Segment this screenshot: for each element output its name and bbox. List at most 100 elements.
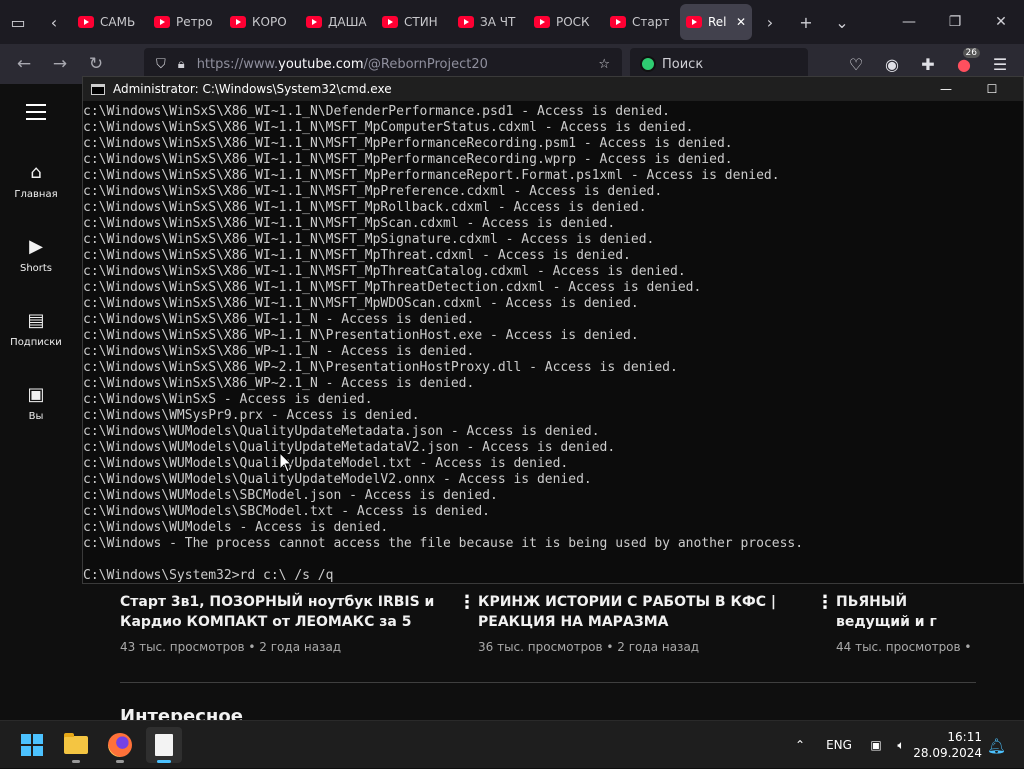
restore-icon[interactable]: ❐ xyxy=(932,0,978,44)
notification-bell-icon[interactable]: 🔔︎ xyxy=(987,737,1006,755)
minimize-icon[interactable]: — xyxy=(886,0,932,44)
search-placeholder: Поиск xyxy=(662,56,704,72)
cmd-window[interactable]: Administrator: C:\Windows\System32\cmd.e… xyxy=(82,76,1024,584)
yt-sidebar-item[interactable]: ⌂ Главная xyxy=(0,162,72,200)
youtube-icon xyxy=(306,16,322,28)
folder-icon xyxy=(64,733,88,754)
volume-muted-icon[interactable]: 🔈︎ xyxy=(890,721,912,769)
browser-tab[interactable]: КОРО xyxy=(224,4,300,40)
yt-sidebar-item[interactable]: ▤ Подписки xyxy=(0,310,72,348)
start-button[interactable] xyxy=(14,727,50,763)
bookmark-star-icon[interactable]: ☆ xyxy=(598,57,610,72)
browser-tab[interactable]: СТИН xyxy=(376,4,452,40)
yt-sidebar-item[interactable]: ▶ Shorts xyxy=(0,236,72,274)
tracking-shield-icon[interactable]: ⛉ xyxy=(156,57,166,72)
cmd-output-line: c:\Windows\WinSxS\X86_WI~1.1_N\MSFT_MpTh… xyxy=(83,248,631,263)
video-meta: 36 тыс. просмотров • 2 года назад xyxy=(478,640,700,654)
subscriptions-icon: ▤ xyxy=(27,310,45,331)
network-icon[interactable]: ▣ xyxy=(864,721,888,769)
cmd-output-line: c:\Windows\WinSxS\X86_WI~1.1_N\MSFT_MpRo… xyxy=(83,200,647,215)
browser-tab[interactable]: ЗА ЧТ xyxy=(452,4,528,40)
language-indicator[interactable]: ENG xyxy=(822,721,856,769)
taskbar-firefox[interactable] xyxy=(102,727,138,763)
cmd-output-line: c:\Windows\WinSxS - Access is denied. xyxy=(83,392,373,407)
cmd-output-line: c:\Windows\WinSxS\X86_WI~1.1_N\MSFT_MpWD… xyxy=(83,296,639,311)
cmd-title-bar[interactable]: Administrator: C:\Windows\System32\cmd.e… xyxy=(83,77,1023,101)
system-clock[interactable]: 16:11 28.09.2024 xyxy=(913,729,982,761)
taskbar-file-explorer[interactable] xyxy=(58,727,94,763)
browser-tab[interactable]: Rel ✕ xyxy=(680,4,752,40)
tab-overview-icon[interactable]: ▭ xyxy=(0,0,36,44)
yt-sidebar-item[interactable]: ▣ Вы xyxy=(0,384,72,422)
taskbar-cmd[interactable] xyxy=(146,727,182,763)
youtube-icon xyxy=(458,16,474,28)
video-title[interactable]: КРИНЖ ИСТОРИИ С РАБОТЫ В КФС | РЕАКЦИЯ Н… xyxy=(478,592,808,632)
video-card[interactable]: Старт 3в1, ПОЗОРНЫЙ ноутбук IRBIS и Кард… xyxy=(120,592,460,654)
tab-label: СТИН xyxy=(404,15,438,29)
tab-label: Ретро xyxy=(176,15,213,29)
video-card[interactable]: ПЬЯНЫЙ ведущий и г МОЛНИЯ от ЛЕОМАК 44 ты… xyxy=(836,592,976,654)
browser-tab[interactable]: РОСК xyxy=(528,4,604,40)
browser-tab-strip: ▭ ‹ САМЬ Ретро КОРО ДАША СТИН ЗА ЧТ РОСК Старт R… xyxy=(0,0,1024,44)
cmd-output-line: c:\Windows\WMSysPr9.prx - Access is deni… xyxy=(83,408,420,423)
cmd-output-line: c:\Windows\WinSxS\X86_WI~1.1_N\MSFT_MpPe… xyxy=(83,168,780,183)
yt-sidebar-label: Вы xyxy=(28,411,44,422)
cmd-output-line: c:\Windows\WUModels - Access is denied. xyxy=(83,520,389,535)
video-meta: 43 тыс. просмотров • 2 года назад xyxy=(120,640,342,654)
firefox-icon xyxy=(108,733,132,757)
yt-hamburger-icon[interactable] xyxy=(26,104,46,120)
cmd-maximize-icon[interactable]: ☐ xyxy=(969,77,1015,101)
cmd-output[interactable]: c:\Windows\WinSxS\X86_WI~1.1_N\DefenderP… xyxy=(83,104,1023,584)
browser-tab[interactable]: Ретро xyxy=(148,4,224,40)
cmd-output-line: c:\Windows\WinSxS\X86_WI~1.1_N\MSFT_MpPe… xyxy=(83,152,733,167)
youtube-icon xyxy=(78,16,94,28)
video-card[interactable]: КРИНЖ ИСТОРИИ С РАБОТЫ В КФС | РЕАКЦИЯ Н… xyxy=(478,592,818,654)
video-title[interactable]: Старт 3в1, ПОЗОРНЫЙ ноутбук IRBIS и Кард… xyxy=(120,592,450,632)
lock-icon[interactable]: 🔒︎ xyxy=(178,57,185,72)
tray-overflow-icon[interactable]: ⌃ xyxy=(786,721,814,769)
youtube-icon xyxy=(382,16,398,28)
video-menu-icon[interactable]: ⋮ xyxy=(816,592,834,613)
mouse-cursor-icon xyxy=(279,452,293,473)
video-title[interactable]: ПЬЯНЫЙ ведущий и г МОЛНИЯ от ЛЕОМАК xyxy=(836,592,976,632)
yt-sidebar-label: Главная xyxy=(14,189,58,200)
cmd-output-line: c:\Windows\WinSxS\X86_WI~1.1_N\MSFT_MpPe… xyxy=(83,136,733,151)
video-menu-icon[interactable]: ⋮ xyxy=(458,592,476,613)
document-icon xyxy=(155,734,173,756)
url-text: https://www.youtube.com/@RebornProject20 xyxy=(196,56,488,72)
yt-sidebar-label: Подписки xyxy=(10,337,62,348)
video-meta: 44 тыс. просмотров • 2 г xyxy=(836,640,976,654)
youtube-icon xyxy=(610,16,626,28)
shorts-icon: ▶ xyxy=(29,236,43,257)
back-icon[interactable]: ← xyxy=(6,44,42,84)
cmd-output-line: c:\Windows\WUModels\SBCModel.json - Acce… xyxy=(83,488,498,503)
cmd-output-line: c:\Windows\WinSxS\X86_WI~1.1_N\MSFT_MpCo… xyxy=(83,120,694,135)
browser-tab[interactable]: Старт xyxy=(604,4,680,40)
cmd-output-line: c:\Windows\WinSxS\X86_WP~2.1_N\Presentat… xyxy=(83,360,678,375)
addon-badge-count: 26 xyxy=(962,48,980,58)
close-window-icon[interactable]: ✕ xyxy=(978,0,1024,44)
scroll-tabs-right-icon[interactable]: › xyxy=(752,0,788,44)
home-icon: ⌂ xyxy=(30,162,42,183)
cmd-output-line: c:\Windows\WinSxS\X86_WI~1.1_N\MSFT_MpSi… xyxy=(83,232,655,247)
cmd-output-line: c:\Windows\WUModels\QualityUpdateMetadat… xyxy=(83,440,616,455)
cmd-output-line: c:\Windows\WUModels\QualityUpdateModel.t… xyxy=(83,456,569,471)
tab-label: Старт xyxy=(632,15,670,29)
cmd-output-line: c:\Windows\WinSxS\X86_WI~1.1_N\MSFT_MpTh… xyxy=(83,280,702,295)
cmd-output-line: c:\Windows\WinSxS\X86_WP~2.1_N - Access … xyxy=(83,376,475,391)
cmd-output-line: c:\Windows\WinSxS\X86_WI~1.1_N\MSFT_MpTh… xyxy=(83,264,686,279)
list-tabs-icon[interactable]: ⌄ xyxy=(824,0,860,44)
forward-icon[interactable]: → xyxy=(42,44,78,84)
scroll-tabs-left-icon[interactable]: ‹ xyxy=(36,0,72,44)
youtube-icon xyxy=(154,16,170,28)
cmd-output-line: c:\Windows\WUModels\SBCModel.txt - Acces… xyxy=(83,504,490,519)
divider xyxy=(120,682,976,683)
browser-tab[interactable]: САМЬ xyxy=(72,4,148,40)
youtube-icon xyxy=(230,16,246,28)
windows-taskbar: ⌃ ENG ▣ 🔈︎ 16:11 28.09.2024 🔔︎ xyxy=(0,720,1024,768)
clock-time: 16:11 xyxy=(947,730,982,744)
cmd-minimize-icon[interactable]: — xyxy=(923,77,969,101)
browser-tab[interactable]: ДАША xyxy=(300,4,376,40)
new-tab-icon[interactable]: + xyxy=(788,0,824,44)
tab-close-icon[interactable]: ✕ xyxy=(736,15,746,29)
